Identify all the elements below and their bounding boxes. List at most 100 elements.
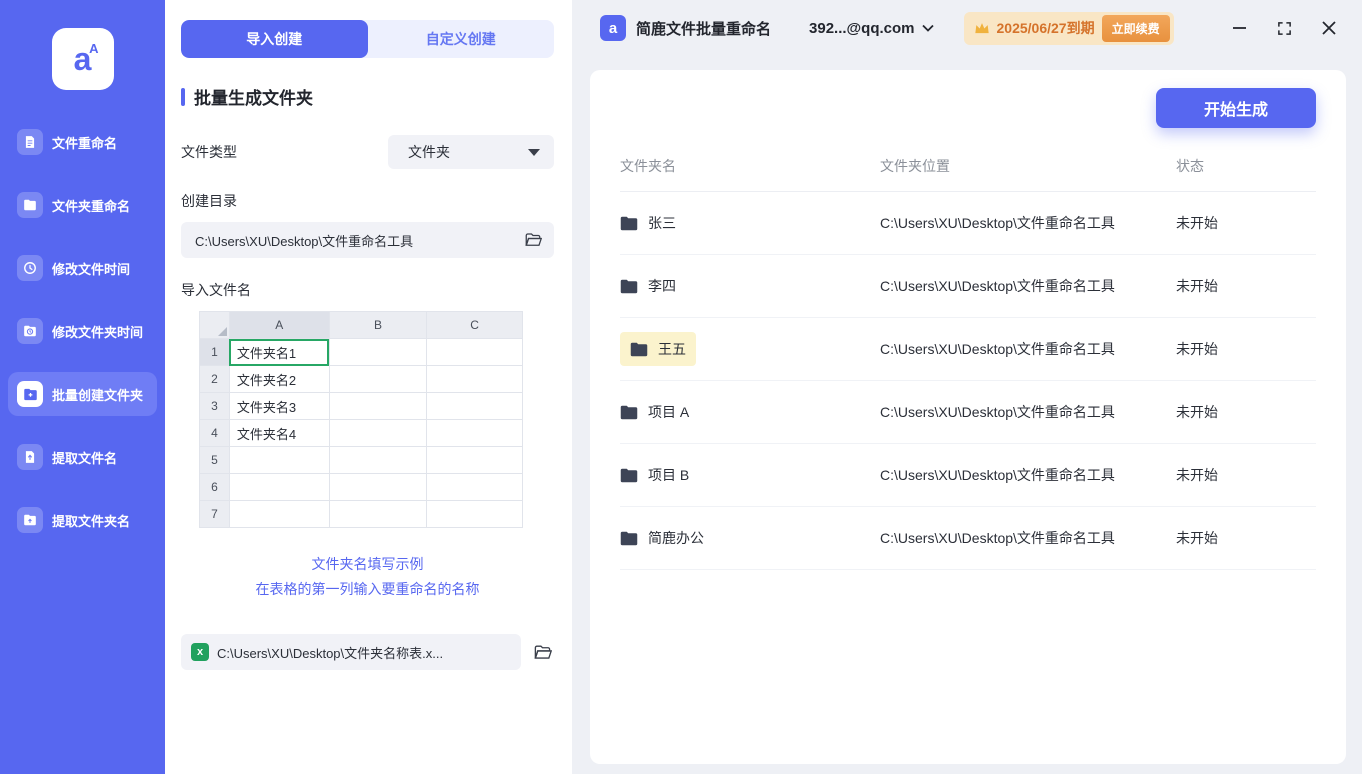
tab-custom-create[interactable]: 自定义创建 <box>368 20 555 58</box>
sheet-cell <box>328 446 428 474</box>
chevron-down-icon <box>528 148 540 156</box>
sheet-row-header: 7 <box>199 500 230 528</box>
sheet-corner-icon <box>217 327 227 336</box>
maximize-icon <box>1278 21 1291 35</box>
folder-location: C:\Users\XU\Desktop\文件重命名工具 <box>880 404 1115 420</box>
close-icon <box>1322 21 1336 35</box>
license-expiry: 2025/06/27到期 <box>996 20 1095 36</box>
import-file-input[interactable]: x C:\Users\XU\Desktop\文件夹名称表.x... <box>181 634 521 670</box>
folder-open-icon <box>534 644 552 659</box>
sheet-row-header: 4 <box>199 419 230 447</box>
sheet-col-header: C <box>426 311 523 339</box>
sheet-cell <box>228 500 330 528</box>
folder-open-icon <box>525 233 542 246</box>
sheet-hints: 文件夹名填写示例 在表格的第一列输入要重命名的名称 <box>181 552 554 602</box>
example-link[interactable]: 文件夹名填写示例 <box>181 552 554 577</box>
section-title-bar <box>181 87 185 106</box>
highlighted-name-cell: 王五 <box>620 332 696 366</box>
folder-name: 简鹿办公 <box>648 530 704 546</box>
sheet-cell-selected: 文件夹名1 <box>228 338 330 366</box>
file-type-label: 文件类型 <box>181 144 237 160</box>
col-header-status: 状态 <box>1176 158 1204 174</box>
logo-sup-letter: A <box>89 41 99 56</box>
creation-mode-tabs: 导入创建 自定义创建 <box>181 20 554 58</box>
start-generate-button[interactable]: 开始生成 <box>1156 88 1316 128</box>
table-row[interactable]: 项目 A C:\Users\XU\Desktop\文件重命名工具 未开始 <box>620 381 1316 444</box>
file-type-value: 文件夹 <box>408 144 450 160</box>
sidebar: a A 文件重命名 文件夹重命名 修改文件时间 修改文件夹时间 批量创建文件夹 … <box>0 0 165 774</box>
sheet-cell <box>426 500 523 528</box>
folder-name: 项目 B <box>648 467 690 483</box>
status-text: 未开始 <box>1176 467 1218 483</box>
app-logo: a A <box>51 28 114 90</box>
folder-name: 张三 <box>648 215 676 231</box>
sidebar-item-label: 提取文件名 <box>52 450 118 466</box>
minimize-button[interactable] <box>1230 19 1249 37</box>
sheet-cell <box>328 392 428 420</box>
account-dropdown[interactable]: 392...@qq.com <box>809 20 934 37</box>
account-email: 392...@qq.com <box>809 19 915 37</box>
folder-icon <box>620 468 638 483</box>
sidebar-item-modify-folder-time[interactable]: 修改文件夹时间 <box>8 309 157 353</box>
table-row[interactable]: 张三 C:\Users\XU\Desktop\文件重命名工具 未开始 <box>620 192 1316 255</box>
table-row[interactable]: 项目 B C:\Users\XU\Desktop\文件重命名工具 未开始 <box>620 444 1316 507</box>
create-dir-input[interactable]: C:\Users\XU\Desktop\文件重命名工具 <box>181 222 554 258</box>
sheet-cell <box>328 338 428 366</box>
batch-create-folder-icon <box>17 381 43 407</box>
table-header-row: 文件夹名 文件夹位置 状态 <box>620 156 1316 192</box>
sheet-cell <box>426 446 523 474</box>
table-row[interactable]: 王五 C:\Users\XU\Desktop\文件重命名工具 未开始 <box>620 318 1316 381</box>
import-file-path: C:\Users\XU\Desktop\文件夹名称表.x... <box>217 645 444 661</box>
minimize-icon <box>1233 27 1246 29</box>
extract-file-name-icon <box>17 444 43 470</box>
sheet-row-header: 1 <box>199 338 230 366</box>
renew-button[interactable]: 立即续费 <box>1101 14 1170 42</box>
sheet-cell <box>228 473 330 501</box>
folder-location: C:\Users\XU\Desktop\文件重命名工具 <box>880 530 1115 546</box>
folder-name: 王五 <box>658 341 686 357</box>
sheet-cell <box>426 392 523 420</box>
settings-panel: 导入创建 自定义创建 批量生成文件夹 文件类型 文件夹 创建目录 C:\User… <box>165 0 572 774</box>
status-text: 未开始 <box>1176 404 1218 420</box>
folder-location: C:\Users\XU\Desktop\文件重命名工具 <box>880 341 1115 357</box>
sidebar-item-extract-folder-name[interactable]: 提取文件夹名 <box>8 498 157 542</box>
maximize-button[interactable] <box>1275 19 1294 38</box>
browse-folder-button[interactable] <box>522 229 544 251</box>
folder-icon <box>620 279 638 294</box>
table-row[interactable]: 李四 C:\Users\XU\Desktop\文件重命名工具 未开始 <box>620 255 1316 318</box>
file-type-select[interactable]: 文件夹 <box>388 135 554 169</box>
create-dir-label: 创建目录 <box>181 193 237 209</box>
page-title: 批量生成文件夹 <box>194 89 313 108</box>
sidebar-item-label: 文件重命名 <box>52 135 118 151</box>
close-button[interactable] <box>1320 19 1338 37</box>
app-window: a A 文件重命名 文件夹重命名 修改文件时间 修改文件夹时间 批量创建文件夹 … <box>0 0 1362 774</box>
sidebar-item-label: 批量创建文件夹 <box>52 387 144 403</box>
sheet-cell <box>328 419 428 447</box>
col-header-folder-name: 文件夹名 <box>620 158 676 174</box>
sidebar-item-batch-create-folder[interactable]: 批量创建文件夹 <box>8 372 157 416</box>
main-panel: a 简鹿文件批量重命名 392...@qq.com 2025/06/27到期 立… <box>572 0 1362 774</box>
sheet-row-header: 3 <box>199 392 230 420</box>
folder-location: C:\Users\XU\Desktop\文件重命名工具 <box>880 215 1115 231</box>
sheet-cell <box>328 473 428 501</box>
create-dir-value: C:\Users\XU\Desktop\文件重命名工具 <box>195 233 414 249</box>
section-title: 批量生成文件夹 <box>181 84 554 109</box>
sidebar-item-file-rename[interactable]: 文件重命名 <box>8 120 157 164</box>
import-names-label: 导入文件名 <box>181 282 251 298</box>
results-card: 开始生成 文件夹名 文件夹位置 状态 张三 C:\Users\XU\Deskto… <box>590 70 1346 764</box>
sheet-cell <box>228 446 330 474</box>
hint-link[interactable]: 在表格的第一列输入要重命名的名称 <box>181 577 554 602</box>
sheet-col-header: B <box>328 311 428 339</box>
sidebar-item-extract-file-name[interactable]: 提取文件名 <box>8 435 157 479</box>
license-badge: 2025/06/27到期 立即续费 <box>963 11 1174 45</box>
folder-icon <box>620 216 638 231</box>
sheet-cell <box>426 419 523 447</box>
tab-import-create[interactable]: 导入创建 <box>181 20 368 58</box>
browse-file-button[interactable] <box>531 641 554 664</box>
table-row[interactable]: 简鹿办公 C:\Users\XU\Desktop\文件重命名工具 未开始 <box>620 507 1316 570</box>
sidebar-item-folder-rename[interactable]: 文件夹重命名 <box>8 183 157 227</box>
sheet-cell <box>426 365 523 393</box>
sidebar-item-modify-file-time[interactable]: 修改文件时间 <box>8 246 157 290</box>
window-controls <box>1230 19 1338 38</box>
sidebar-item-label: 修改文件时间 <box>52 261 131 277</box>
